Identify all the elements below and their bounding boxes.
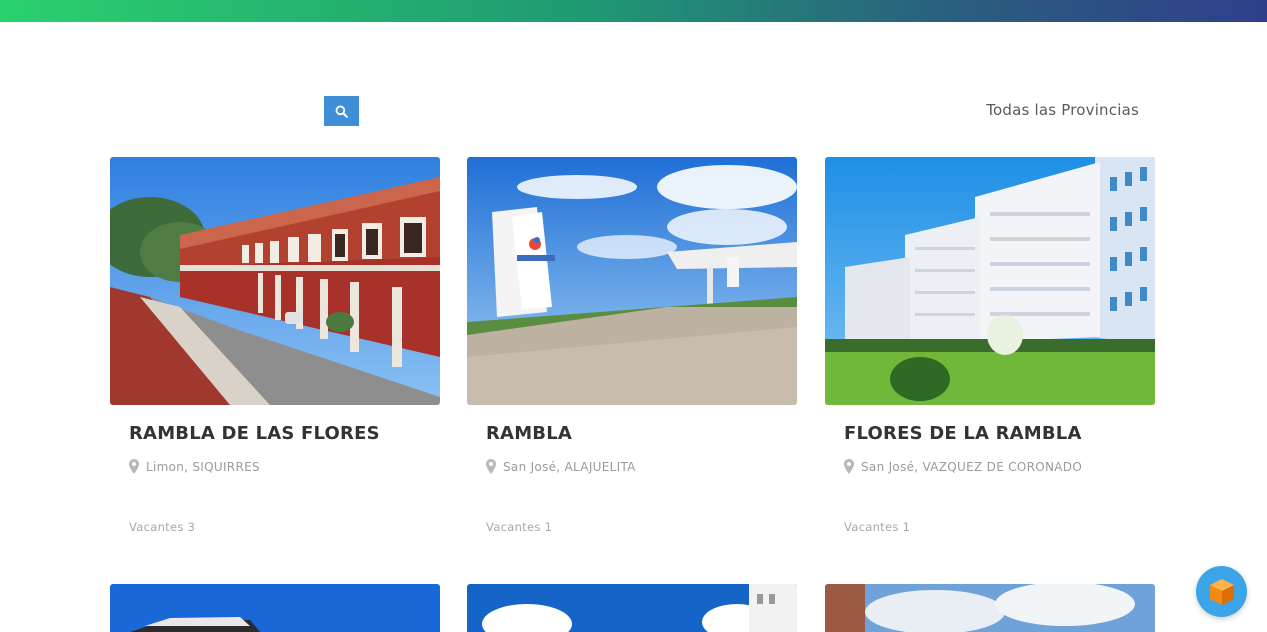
map-pin-icon bbox=[486, 459, 496, 474]
property-card[interactable]: RAMBLA San José, ALAJUELITA Vacantes 1 bbox=[467, 157, 797, 537]
help-widget-button[interactable] bbox=[1196, 566, 1247, 617]
vacancies-label: Vacantes bbox=[486, 520, 541, 534]
top-gradient-bar bbox=[0, 0, 1267, 22]
property-location: San José, ALAJUELITA bbox=[486, 459, 636, 474]
property-image[interactable] bbox=[110, 157, 440, 405]
property-image[interactable] bbox=[467, 584, 797, 632]
property-location: Limon, SIQUIRRES bbox=[129, 459, 260, 474]
property-card[interactable]: FLORES DE LA RAMBLA San José, VAZQUEZ DE… bbox=[825, 157, 1155, 537]
vacancies-count: 1 bbox=[544, 520, 553, 534]
province-filter-select[interactable]: Todas las Provincias bbox=[950, 101, 1139, 119]
vacancies-count: 3 bbox=[187, 520, 196, 534]
property-title[interactable]: RAMBLA DE LAS FLORES bbox=[129, 423, 380, 444]
vacancies: Vacantes 3 bbox=[129, 520, 195, 534]
map-pin-icon bbox=[844, 459, 854, 474]
property-image[interactable] bbox=[825, 584, 1155, 632]
vacancies-label: Vacantes bbox=[129, 520, 184, 534]
vacancies-count: 1 bbox=[902, 520, 911, 534]
vacancies-label: Vacantes bbox=[844, 520, 899, 534]
property-image[interactable] bbox=[467, 157, 797, 405]
search-icon bbox=[335, 105, 348, 118]
location-text: Limon, SIQUIRRES bbox=[146, 459, 260, 474]
cube-icon bbox=[1209, 578, 1234, 605]
location-text: San José, VAZQUEZ DE CORONADO bbox=[861, 459, 1083, 474]
property-title[interactable]: FLORES DE LA RAMBLA bbox=[844, 423, 1082, 444]
property-image[interactable] bbox=[110, 584, 440, 632]
location-text: San José, ALAJUELITA bbox=[503, 459, 636, 474]
search-button[interactable] bbox=[324, 96, 359, 126]
property-location: San José, VAZQUEZ DE CORONADO bbox=[844, 459, 1082, 474]
property-card[interactable]: RAMBLA DE LAS FLORES Limon, SIQUIRRES Va… bbox=[110, 157, 440, 537]
vacancies: Vacantes 1 bbox=[486, 520, 552, 534]
property-image[interactable] bbox=[825, 157, 1155, 405]
vacancies: Vacantes 1 bbox=[844, 520, 910, 534]
map-pin-icon bbox=[129, 459, 139, 474]
property-title[interactable]: RAMBLA bbox=[486, 423, 572, 444]
